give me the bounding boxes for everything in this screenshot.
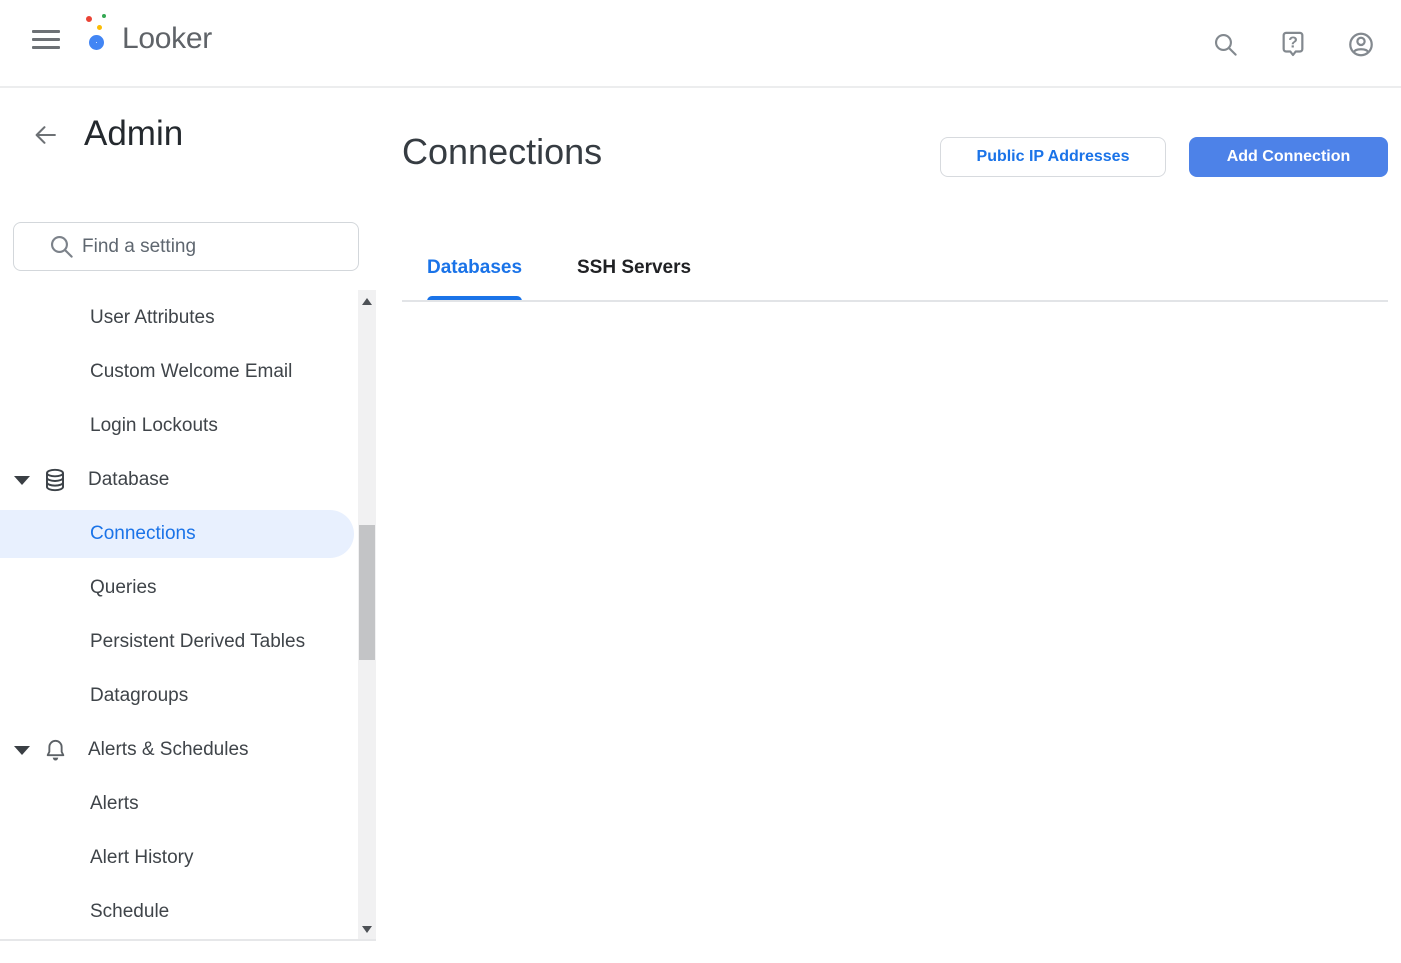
sidebar-item-user-attributes[interactable]: User Attributes bbox=[0, 291, 358, 345]
sidebar-item-alerts-schedules[interactable]: Alerts & Schedules bbox=[0, 723, 358, 777]
page-title: Connections bbox=[402, 131, 602, 173]
sidebar-item-label: Custom Welcome Email bbox=[90, 361, 292, 383]
logo-blue-ring bbox=[89, 35, 104, 50]
sidebar-item-label: Connections bbox=[90, 523, 196, 545]
help-icon[interactable]: ? bbox=[1279, 30, 1307, 58]
sidebar-item-alert-history[interactable]: Alert History bbox=[0, 831, 358, 885]
sidebar-item-connections[interactable]: Connections bbox=[0, 510, 354, 558]
sidebar-bottom-divider bbox=[0, 939, 376, 941]
tab-label: Databases bbox=[427, 250, 522, 279]
topbar-actions: ? bbox=[1211, 0, 1375, 88]
sidebar-item-label: Schedule bbox=[90, 901, 169, 923]
logo-green-ring bbox=[102, 14, 106, 18]
sidebar-item-schedule[interactable]: Schedule bbox=[0, 885, 358, 939]
public-ip-addresses-button[interactable]: Public IP Addresses bbox=[940, 137, 1166, 177]
search-input[interactable] bbox=[13, 222, 359, 271]
sidebar-item-label: Database bbox=[88, 469, 169, 491]
sidebar-item-label: Alerts & Schedules bbox=[88, 739, 249, 761]
scroll-up-icon[interactable] bbox=[362, 298, 372, 305]
tab-ssh-servers[interactable]: SSH Servers bbox=[577, 250, 691, 301]
search-icon[interactable] bbox=[1211, 30, 1239, 58]
sidebar-item-label: User Attributes bbox=[90, 307, 215, 329]
sidebar-item-label: Persistent Derived Tables bbox=[90, 631, 305, 653]
bell-icon bbox=[42, 737, 68, 763]
sidebar-item-queries[interactable]: Queries bbox=[0, 561, 358, 615]
sidebar-scrollbar[interactable] bbox=[358, 290, 376, 941]
add-connection-button[interactable]: Add Connection bbox=[1189, 137, 1388, 177]
back-arrow-icon[interactable] bbox=[33, 122, 58, 148]
sidebar-item-label: Datagroups bbox=[90, 685, 188, 707]
sidebar-item-login-lockouts[interactable]: Login Lockouts bbox=[0, 399, 358, 453]
hamburger-icon[interactable] bbox=[32, 30, 60, 50]
caret-down-icon[interactable] bbox=[14, 476, 30, 485]
brand-name[interactable]: Looker bbox=[122, 22, 212, 56]
sidebar-title: Admin bbox=[84, 114, 183, 154]
top-app-bar: Looker ? bbox=[0, 0, 1401, 88]
sidebar-item-label: Alert History bbox=[90, 847, 193, 869]
sidebar-item-persistent-derived-tables[interactable]: Persistent Derived Tables bbox=[0, 615, 358, 669]
sidebar-item-custom-welcome-email[interactable]: Custom Welcome Email bbox=[0, 345, 358, 399]
settings-search bbox=[13, 222, 359, 271]
looker-logo[interactable] bbox=[86, 14, 120, 70]
sidebar-item-label: Alerts bbox=[90, 793, 139, 815]
caret-down-icon[interactable] bbox=[14, 746, 30, 755]
account-icon[interactable] bbox=[1347, 30, 1375, 58]
svg-text:?: ? bbox=[1288, 34, 1298, 51]
sidebar-item-label: Queries bbox=[90, 577, 157, 599]
scroll-down-icon[interactable] bbox=[362, 926, 372, 933]
sidebar-item-label: Login Lockouts bbox=[90, 415, 218, 437]
tab-label: SSH Servers bbox=[577, 250, 691, 279]
sidebar-item-database[interactable]: Database bbox=[0, 453, 358, 507]
looker-admin-page: Looker ? bbox=[0, 0, 1401, 963]
admin-settings-nav: User Attributes Custom Welcome Email Log… bbox=[0, 291, 358, 939]
tab-databases[interactable]: Databases bbox=[427, 250, 522, 301]
sidebar-item-alerts[interactable]: Alerts bbox=[0, 777, 358, 831]
tabs-divider bbox=[402, 300, 1388, 302]
scrollbar-thumb[interactable] bbox=[359, 525, 375, 660]
sidebar-item-datagroups[interactable]: Datagroups bbox=[0, 669, 358, 723]
logo-red-ring bbox=[86, 16, 92, 22]
database-icon bbox=[42, 467, 68, 493]
logo-yellow-dot bbox=[97, 25, 102, 30]
